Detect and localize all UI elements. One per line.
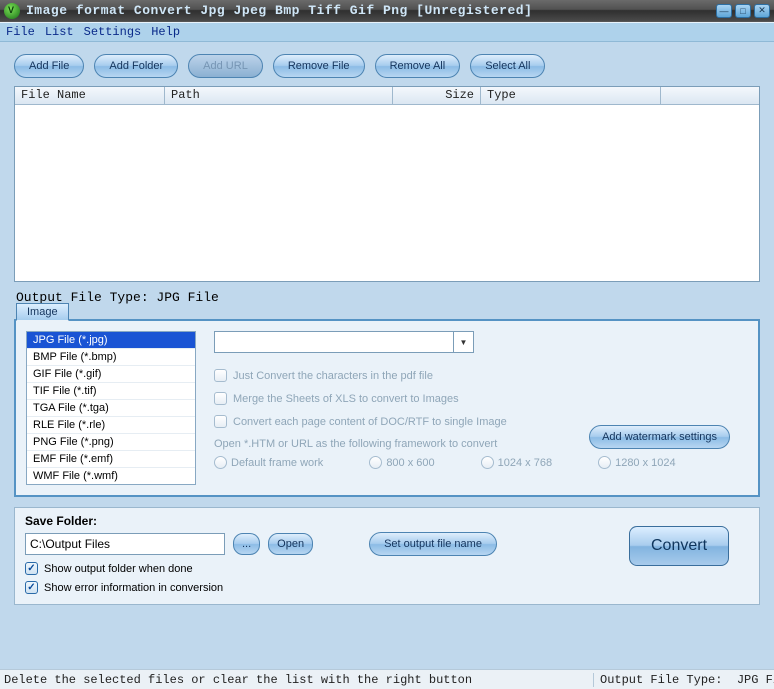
label-doc-single: Convert each page content of DOC/RTF to …: [233, 416, 507, 428]
col-filename[interactable]: File Name: [15, 87, 165, 104]
list-item[interactable]: TIF File (*.tif): [27, 383, 195, 400]
chevron-down-icon[interactable]: ▼: [453, 332, 473, 352]
image-tab-panel: Image JPG File (*.jpg) BMP File (*.bmp) …: [14, 319, 760, 497]
col-type[interactable]: Type: [481, 87, 661, 104]
radio-800: [369, 456, 382, 469]
label-pdf-chars: Just Convert the characters in the pdf f…: [233, 370, 433, 382]
remove-all-button[interactable]: Remove All: [375, 54, 461, 78]
table-body[interactable]: [15, 105, 759, 281]
list-item[interactable]: TGA File (*.tga): [27, 400, 195, 417]
add-folder-button[interactable]: Add Folder: [94, 54, 178, 78]
tab-image[interactable]: Image: [16, 303, 69, 321]
list-item[interactable]: JPG File (*.jpg): [27, 332, 195, 349]
close-button[interactable]: ✕: [754, 4, 770, 18]
label-merge-xls: Merge the Sheets of XLS to convert to Im…: [233, 393, 459, 405]
checkbox-pdf-chars: [214, 369, 227, 382]
status-right: Output File Type: JPG File: [594, 673, 774, 687]
add-watermark-button[interactable]: Add watermark settings: [589, 425, 730, 449]
add-file-button[interactable]: Add File: [14, 54, 84, 78]
label-show-folder: Show output folder when done: [44, 563, 193, 575]
label-show-error: Show error information in conversion: [44, 582, 223, 594]
file-table[interactable]: File Name Path Size Type: [14, 86, 760, 282]
checkbox-merge-xls: [214, 392, 227, 405]
list-item[interactable]: EMF File (*.emf): [27, 451, 195, 468]
menu-list[interactable]: List: [45, 25, 74, 39]
set-output-name-button[interactable]: Set output file name: [369, 532, 497, 556]
radio-default: [214, 456, 227, 469]
add-url-button: Add URL: [188, 54, 263, 78]
save-folder-group: Save Folder: ... Open Set output file na…: [14, 507, 760, 605]
menu-settings[interactable]: Settings: [84, 25, 142, 39]
titlebar: Image format Convert Jpg Jpeg Bmp Tiff G…: [0, 0, 774, 22]
radio-1280: [598, 456, 611, 469]
window-title: Image format Convert Jpg Jpeg Bmp Tiff G…: [26, 3, 532, 18]
menu-file[interactable]: File: [6, 25, 35, 39]
menu-help[interactable]: Help: [151, 25, 180, 39]
minimize-button[interactable]: —: [716, 4, 732, 18]
maximize-button[interactable]: □: [735, 4, 751, 18]
select-all-button[interactable]: Select All: [470, 54, 545, 78]
save-path-input[interactable]: [25, 533, 225, 555]
list-item[interactable]: WMF File (*.wmf): [27, 468, 195, 484]
menubar: File List Settings Help: [0, 22, 774, 42]
options-dropdown[interactable]: ▼: [214, 331, 474, 353]
col-path[interactable]: Path: [165, 87, 393, 104]
app-icon: [4, 3, 20, 19]
status-left: Delete the selected files or clear the l…: [0, 673, 594, 687]
format-list[interactable]: JPG File (*.jpg) BMP File (*.bmp) GIF Fi…: [26, 331, 196, 485]
col-size[interactable]: Size: [393, 87, 481, 104]
list-item[interactable]: RLE File (*.rle): [27, 417, 195, 434]
statusbar: Delete the selected files or clear the l…: [0, 669, 774, 689]
open-button[interactable]: Open: [268, 533, 313, 555]
checkbox-show-folder[interactable]: ✓: [25, 562, 38, 575]
checkbox-show-error[interactable]: ✓: [25, 581, 38, 594]
radio-1024: [481, 456, 494, 469]
checkbox-doc-single: [214, 415, 227, 428]
remove-file-button[interactable]: Remove File: [273, 54, 365, 78]
list-item[interactable]: BMP File (*.bmp): [27, 349, 195, 366]
list-item[interactable]: PNG File (*.png): [27, 434, 195, 451]
list-item[interactable]: GIF File (*.gif): [27, 366, 195, 383]
toolbar: Add File Add Folder Add URL Remove File …: [14, 54, 760, 78]
convert-button[interactable]: Convert: [629, 526, 729, 566]
output-type-label: Output File Type: JPG File: [16, 290, 758, 305]
browse-button[interactable]: ...: [233, 533, 260, 555]
